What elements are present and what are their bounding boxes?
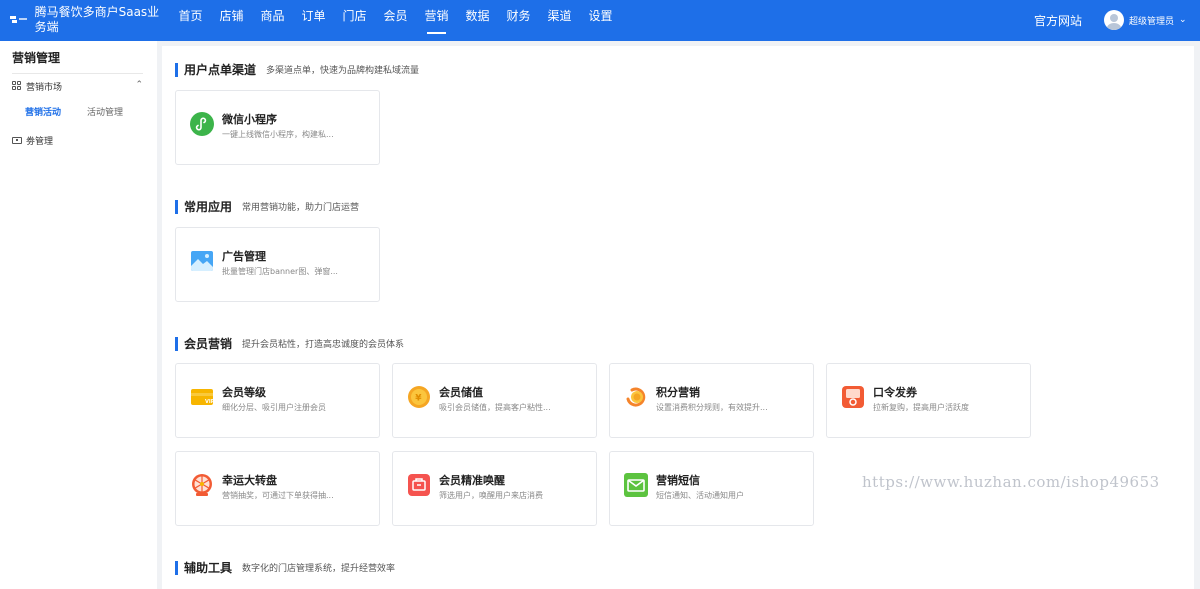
nav-marketing[interactable]: 营销 xyxy=(416,0,457,41)
section-header-order-channels: 用户点单渠道 多渠道点单，快速为品牌构建私域流量 xyxy=(175,61,419,78)
grid-icon xyxy=(12,81,22,91)
card-password-coupon[interactable]: 口令发券 拉新复购，提高用户活跃度 xyxy=(826,363,1031,438)
card-name: 微信小程序 xyxy=(222,113,277,126)
section-title: 会员营销 xyxy=(184,337,233,351)
watermark: https://www.huzhan.com/ishop49653 xyxy=(862,473,1160,491)
card-advertisement[interactable]: 广告管理 批量管理门店banner图、弹窗... xyxy=(175,227,380,302)
sidebar-title: 营销管理 xyxy=(12,51,61,65)
card-desc: 短信通知、活动通知用户 xyxy=(656,491,744,500)
section-title: 辅助工具 xyxy=(184,561,233,575)
sidebar-group-coupon[interactable]: 劵管理 xyxy=(12,132,143,148)
card-marketing-sms[interactable]: 营销短信 短信通知、活动通知用户 xyxy=(609,451,814,526)
card-desc: 设置消费积分规则，有效提升... xyxy=(656,403,768,412)
scrollbar[interactable] xyxy=(1194,46,1200,589)
card-name: 广告管理 xyxy=(222,250,266,263)
card-name: 会员等级 xyxy=(222,386,266,399)
sidebar-item-marketing-activity[interactable]: 营销活动 xyxy=(25,105,61,118)
card-member-wakeup[interactable]: 会员精准唤醒 筛选用户，唤醒用户来店消费 xyxy=(392,451,597,526)
official-site-link[interactable]: 官方网站 xyxy=(1034,12,1082,29)
chevron-down-icon: ⌄ xyxy=(1179,15,1187,25)
section-title: 常用应用 xyxy=(184,200,233,214)
vip-card-icon: VIP xyxy=(191,389,214,405)
section-desc: 数字化的门店管理系统，提升经营效率 xyxy=(242,564,396,574)
coin-icon: ¥ xyxy=(408,386,430,408)
card-lucky-wheel[interactable]: 幸运大转盘 营销抽奖，可通过下单获得抽... xyxy=(175,451,380,526)
top-navigation-bar: 腾马餐饮多商户Saas业务端 首页 店铺 商品 订单 门店 会员 营销 数据 财… xyxy=(0,0,1200,41)
avatar xyxy=(1104,10,1124,30)
nav-members[interactable]: 会员 xyxy=(375,0,416,41)
lucky-wheel-icon xyxy=(192,474,212,496)
sidebar-item-activity-management[interactable]: 活动管理 xyxy=(87,105,123,118)
nav-orders[interactable]: 订单 xyxy=(293,0,334,41)
brand[interactable]: 腾马餐饮多商户Saas业务端 xyxy=(10,5,160,37)
card-desc: 细化分层、吸引用户注册会员 xyxy=(222,403,326,412)
card-desc: 拉新复购，提高用户活跃度 xyxy=(873,403,969,412)
points-icon xyxy=(626,387,646,407)
sidebar-group-label: 营销市场 xyxy=(26,82,63,93)
sidebar: 营销管理 营销市场 ⌃ 劵管理 xyxy=(0,41,157,589)
user-menu[interactable]: 超级管理员 ⌄ xyxy=(1104,10,1187,30)
brand-name: 腾马餐饮多商户Saas业务端 xyxy=(34,5,160,34)
card-name: 口令发券 xyxy=(873,386,917,399)
logo-icon xyxy=(10,14,30,26)
sidebar-group-label: 劵管理 xyxy=(26,136,54,147)
card-name: 幸运大转盘 xyxy=(222,474,277,487)
sidebar-divider xyxy=(12,73,143,74)
section-accent-bar xyxy=(175,560,178,575)
card-name: 会员储值 xyxy=(439,386,483,399)
card-member-recharge[interactable]: ¥ 会员储值 吸引会员储值，提高客户粘性... xyxy=(392,363,597,438)
card-desc: 一键上线微信小程序，构建私... xyxy=(222,130,334,139)
section-accent-bar xyxy=(175,62,178,77)
card-wechat-miniprogram[interactable]: 微信小程序 一键上线微信小程序，构建私... xyxy=(175,90,380,165)
card-desc: 批量管理门店banner图、弹窗... xyxy=(222,267,338,276)
nav-finance[interactable]: 财务 xyxy=(498,0,539,41)
main-content: 用户点单渠道 多渠道点单，快速为品牌构建私域流量 微信小程序 一键上线微信小程序… xyxy=(162,46,1195,589)
section-accent-bar xyxy=(175,336,178,351)
section-header-common-apps: 常用应用 常用营销功能，助力门店运营 xyxy=(175,198,359,215)
nav-store[interactable]: 店铺 xyxy=(211,0,252,41)
nav-home[interactable]: 首页 xyxy=(170,0,211,41)
nav-settings[interactable]: 设置 xyxy=(580,0,621,41)
chevron-up-icon: ⌃ xyxy=(135,80,143,90)
card-desc: 营销抽奖，可通过下单获得抽... xyxy=(222,491,334,500)
section-header-auxiliary-tools: 辅助工具 数字化的门店管理系统，提升经营效率 xyxy=(175,559,395,576)
ticket-icon xyxy=(12,136,22,144)
member-wakeup-icon xyxy=(408,474,430,496)
card-name: 营销短信 xyxy=(656,474,700,487)
sms-icon xyxy=(624,473,648,497)
user-name: 超级管理员 xyxy=(1129,16,1175,27)
svg-text:¥: ¥ xyxy=(415,394,422,404)
svg-text:VIP: VIP xyxy=(205,399,214,405)
nav-shops[interactable]: 门店 xyxy=(334,0,375,41)
card-points-marketing[interactable]: 积分营销 设置消费积分规则，有效提升... xyxy=(609,363,814,438)
section-desc: 多渠道点单，快速为品牌构建私域流量 xyxy=(266,66,420,76)
card-desc: 吸引会员储值，提高客户粘性... xyxy=(439,403,551,412)
card-name: 积分营销 xyxy=(656,386,700,399)
sidebar-group-marketing-market[interactable]: 营销市场 ⌃ xyxy=(12,78,143,94)
nav-channels[interactable]: 渠道 xyxy=(539,0,580,41)
main-nav: 首页 店铺 商品 订单 门店 会员 营销 数据 财务 渠道 设置 xyxy=(170,0,621,41)
nav-products[interactable]: 商品 xyxy=(252,0,293,41)
section-desc: 提升会员粘性，打造高忠诚度的会员体系 xyxy=(242,340,405,350)
section-header-member-marketing: 会员营销 提升会员粘性，打造高忠诚度的会员体系 xyxy=(175,335,404,352)
nav-data[interactable]: 数据 xyxy=(457,0,498,41)
section-desc: 常用营销功能，助力门店运营 xyxy=(242,203,360,213)
card-member-level[interactable]: VIP 会员等级 细化分层、吸引用户注册会员 xyxy=(175,363,380,438)
card-name: 会员精准唤醒 xyxy=(439,474,505,487)
coupon-password-icon xyxy=(842,386,864,408)
advertisement-icon xyxy=(191,251,213,271)
section-accent-bar xyxy=(175,199,178,214)
section-title: 用户点单渠道 xyxy=(184,63,257,77)
wechat-miniprogram-icon xyxy=(190,112,214,136)
card-desc: 筛选用户，唤醒用户来店消费 xyxy=(439,491,543,500)
